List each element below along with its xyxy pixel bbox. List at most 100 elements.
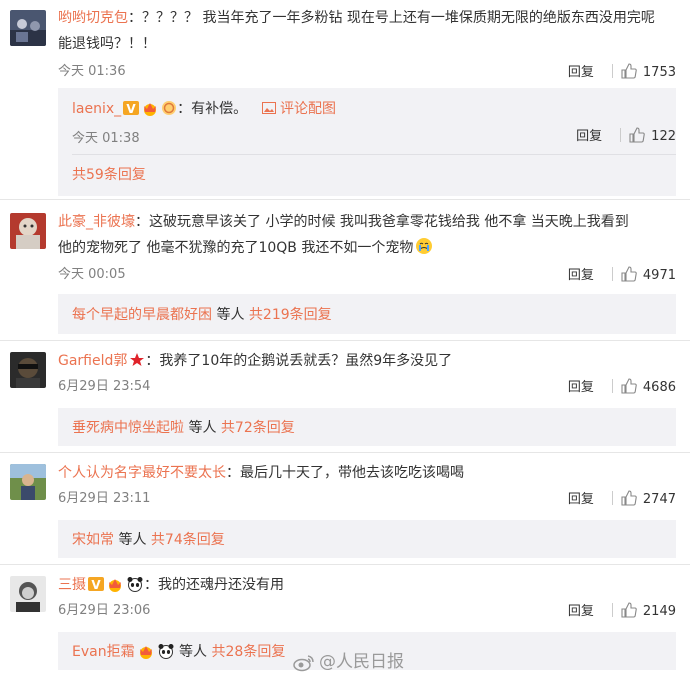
weibo-watermark: @人民日报 bbox=[293, 647, 404, 672]
like-count: 2747 bbox=[642, 492, 676, 507]
sub-reply-body: 有补偿。 bbox=[191, 101, 248, 117]
sub-reply-actions: 回复 122 bbox=[576, 127, 676, 146]
comment-username[interactable]: 三摄 bbox=[58, 577, 86, 593]
comment-time: 今天 01:36 bbox=[58, 64, 126, 79]
panda-icon bbox=[157, 643, 175, 663]
panda-icon bbox=[126, 575, 144, 601]
comment-actions: 回复 4971 bbox=[568, 266, 676, 285]
thumbs-up-icon[interactable] bbox=[621, 378, 637, 394]
comment-username[interactable]: 哟哟切克包 bbox=[58, 10, 128, 26]
replies-summary-text: 垂死病中惊坐起啦 等人 共72条回复 bbox=[72, 417, 295, 437]
comment-actions: 回复 1753 bbox=[568, 63, 676, 82]
comment-body: 这破玩意早该关了 小学的时候 我叫我爸拿零花钱给我 他不拿 当天晚上我看到 bbox=[149, 214, 629, 230]
comment-item: Garfield郭 ：我养了10年的企鹅说丢就丢？虽然9年多没见了 6月29日 2… bbox=[0, 341, 690, 451]
comment-text: 个人认为名字最好不要太长：最后几十天了，带他去该吃吃该喝喝 bbox=[58, 465, 464, 481]
crown-icon bbox=[106, 575, 124, 601]
sub-reply-username[interactable]: laenix_ bbox=[72, 101, 121, 117]
thumbs-up-icon[interactable] bbox=[621, 266, 637, 282]
comment-time: 今天 00:05 bbox=[58, 267, 126, 282]
user-avatar[interactable] bbox=[10, 213, 46, 249]
divider bbox=[611, 379, 613, 393]
divider bbox=[611, 603, 613, 617]
replies-etc: 等人 bbox=[188, 420, 217, 436]
verified-badge-icon: V bbox=[88, 575, 104, 601]
sub-reply-box: laenix_ V ：有补偿。 评论配图 今天 01:38 回复 122 共59条回复 bbox=[58, 88, 676, 196]
sub-reply-time: 今天 01:38 bbox=[72, 131, 140, 146]
thumbs-up-icon[interactable] bbox=[621, 602, 637, 618]
like-count: 122 bbox=[651, 129, 676, 144]
replies-summary-text: 宋如常 等人 共74条回复 bbox=[72, 529, 225, 549]
thumbs-up-icon[interactable] bbox=[629, 127, 645, 143]
comment-body: 我养了10年的企鹅说丢就丢？虽然9年多没见了 bbox=[159, 353, 453, 369]
svg-text:V: V bbox=[91, 578, 101, 592]
like-count: 2149 bbox=[642, 604, 676, 619]
verified-badge-icon: V bbox=[123, 100, 140, 123]
comment-username[interactable]: Garfield郭 bbox=[58, 353, 127, 369]
user-avatar[interactable] bbox=[10, 464, 46, 500]
reply-button[interactable]: 回复 bbox=[568, 65, 594, 80]
thumbs-up-icon[interactable] bbox=[621, 63, 637, 79]
more-replies-link[interactable]: 共219条回复 bbox=[249, 307, 332, 323]
comment-time: 6月29日 23:54 bbox=[58, 379, 151, 394]
watermark-text: @人民日报 bbox=[319, 652, 404, 672]
reply-user-link[interactable]: 每个早起的早晨都好困 bbox=[72, 307, 212, 323]
comment-username[interactable]: 此豪_非彼壕 bbox=[58, 214, 135, 230]
comment-body: 我的还魂丹还没有用 bbox=[158, 577, 284, 593]
more-replies-link[interactable]: 共72条回复 bbox=[221, 420, 295, 436]
replies-etc: 等人 bbox=[179, 644, 208, 660]
reply-user-link[interactable]: 垂死病中惊坐起啦 bbox=[72, 420, 184, 436]
divider bbox=[611, 64, 613, 78]
comment-body: 最后几十天了，带他去该吃吃该喝喝 bbox=[240, 465, 464, 481]
weibo-logo-icon bbox=[293, 655, 314, 672]
comment-actions: 回复 2747 bbox=[568, 490, 676, 509]
comment-time: 6月29日 23:06 bbox=[58, 603, 151, 618]
comment-text: Garfield郭 ：我养了10年的企鹅说丢就丢？虽然9年多没见了 bbox=[58, 348, 676, 377]
divider bbox=[611, 267, 613, 281]
more-replies-link[interactable]: 共28条回复 bbox=[212, 644, 286, 660]
comment-picture-link[interactable]: 评论配图 bbox=[261, 101, 337, 117]
reply-user-link[interactable]: 宋如常 bbox=[72, 532, 114, 548]
user-avatar[interactable] bbox=[10, 576, 46, 612]
more-replies-link[interactable]: 共59条回复 bbox=[72, 164, 146, 184]
replies-summary-text: Evan拒霜 等人 共28条回复 bbox=[72, 641, 285, 663]
reply-button[interactable]: 回复 bbox=[576, 129, 602, 144]
like-count: 4686 bbox=[642, 380, 676, 395]
reply-button[interactable]: 回复 bbox=[568, 492, 594, 507]
comment-item: 此豪_非彼壕：这破玩意早该关了 小学的时候 我叫我爸拿零花钱给我 他不拿 当天晚… bbox=[0, 200, 690, 340]
like-count: 1753 bbox=[642, 65, 676, 80]
comment-picture-label: 评论配图 bbox=[280, 101, 337, 117]
replies-etc: 等人 bbox=[118, 532, 147, 548]
reply-button[interactable]: 回复 bbox=[568, 268, 594, 283]
divider bbox=[72, 154, 676, 155]
user-avatar[interactable] bbox=[10, 352, 46, 388]
thumbs-up-icon[interactable] bbox=[621, 490, 637, 506]
replies-summary[interactable]: 宋如常 等人 共74条回复 bbox=[58, 520, 676, 558]
crown-icon bbox=[141, 100, 159, 123]
comment-actions: 回复 4686 bbox=[568, 378, 676, 397]
crown-icon bbox=[137, 643, 155, 663]
more-replies-link[interactable]: 共74条回复 bbox=[151, 532, 225, 548]
crying-emoji-icon bbox=[415, 237, 433, 264]
replies-summary-text: 每个早起的早晨都好困 等人 共219条回复 bbox=[72, 304, 332, 324]
comment-username[interactable]: 个人认为名字最好不要太长 bbox=[58, 465, 226, 481]
comment-actions: 回复 2149 bbox=[568, 602, 676, 621]
comment-body-continued: 他的宠物死了 他毫不犹豫的充了10QB 我还不如一个宠物 bbox=[58, 240, 414, 256]
like-count: 4971 bbox=[642, 268, 676, 283]
image-icon bbox=[261, 102, 276, 114]
comment-body-continued: 能退钱吗？！！ bbox=[58, 36, 156, 52]
replies-summary[interactable]: 每个早起的早晨都好困 等人 共219条回复 bbox=[58, 294, 676, 334]
user-avatar[interactable] bbox=[10, 10, 46, 46]
svg-text:V: V bbox=[126, 102, 136, 116]
divider bbox=[611, 491, 613, 505]
comment-text: 此豪_非彼壕：这破玩意早该关了 小学的时候 我叫我爸拿零花钱给我 他不拿 当天晚… bbox=[58, 209, 676, 264]
reply-button[interactable]: 回复 bbox=[568, 380, 594, 395]
replies-summary[interactable]: 垂死病中惊坐起啦 等人 共72条回复 bbox=[58, 408, 676, 446]
replies-etc: 等人 bbox=[216, 307, 245, 323]
comment-item: 哟哟切克包：？？？？ 我当年充了一年多粉钻 现在号上还有一堆保质期无限的绝版东西… bbox=[0, 0, 690, 198]
comment-item: 个人认为名字最好不要太长：最后几十天了，带他去该吃吃该喝喝 6月29日 23:1… bbox=[0, 453, 690, 563]
reply-user-link[interactable]: Evan拒霜 bbox=[72, 644, 135, 660]
reply-button[interactable]: 回复 bbox=[568, 604, 594, 619]
comment-text: 三摄 V ：我的还魂丹还没有用 bbox=[58, 572, 676, 601]
comment-text: 哟哟切克包：？？？？ 我当年充了一年多粉钻 现在号上还有一堆保质期无限的绝版东西… bbox=[58, 10, 655, 52]
level-medal-icon bbox=[161, 100, 177, 123]
